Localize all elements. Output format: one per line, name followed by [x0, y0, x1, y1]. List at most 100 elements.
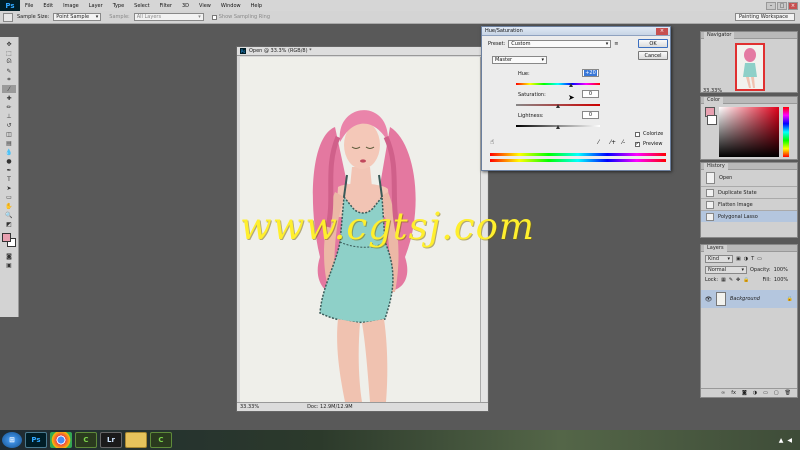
path-select-tool-icon[interactable]: ➤	[2, 184, 16, 192]
colorize-checkbox[interactable]	[635, 131, 640, 137]
clone-stamp-tool-icon[interactable]: ⊥	[2, 112, 16, 120]
move-tool-icon[interactable]: ✥	[2, 40, 16, 48]
filter-adjustment-icon[interactable]: ◑	[744, 256, 748, 262]
menu-edit[interactable]: Edit	[38, 3, 58, 9]
blend-mode-select[interactable]: Normal ▾	[705, 266, 747, 274]
camtasia-recorder-icon[interactable]: C	[150, 432, 172, 448]
layer-row-background[interactable]: 👁 Background 🔒	[701, 290, 797, 308]
menu-type[interactable]: Type	[108, 3, 129, 9]
photoshop-icon[interactable]: Ps	[25, 432, 47, 448]
hue-input[interactable]: +20	[582, 69, 599, 77]
lightroom-icon[interactable]: Lr	[100, 432, 122, 448]
lightness-input[interactable]: 0	[582, 111, 599, 119]
color-swatches[interactable]	[2, 233, 16, 247]
color-hue-strip[interactable]	[783, 107, 789, 157]
menu-3d[interactable]: 3D	[177, 3, 194, 9]
quick-select-tool-icon[interactable]: ✎	[2, 67, 16, 75]
type-tool-icon[interactable]: T	[2, 175, 16, 183]
layer-style-icon[interactable]: fx	[731, 390, 736, 396]
menu-image[interactable]: Image	[58, 3, 84, 9]
show-ring-checkbox[interactable]	[211, 14, 217, 20]
color-picker-field[interactable]	[719, 107, 779, 157]
explorer-icon[interactable]	[125, 432, 147, 448]
saturation-input[interactable]: 0	[582, 90, 599, 98]
preview-checkbox[interactable]: ✓	[635, 141, 640, 147]
marquee-tool-icon[interactable]: ⬚	[2, 49, 16, 57]
navigator-zoom[interactable]: 33.33%	[703, 88, 722, 94]
camtasia-icon[interactable]: C	[75, 432, 97, 448]
fill-value[interactable]: 100%	[774, 277, 788, 283]
volume-icon[interactable]: ◀	[787, 437, 792, 444]
show-sampling-ring-option[interactable]: Show Sampling Ring	[211, 14, 270, 20]
dialog-titlebar[interactable]: Hue/Saturation ×	[482, 27, 670, 36]
blur-tool-icon[interactable]: 💧	[2, 148, 16, 156]
zoom-readout[interactable]: 33.33%	[240, 404, 259, 410]
zoom-tool-icon[interactable]: 🔍	[2, 211, 16, 219]
menu-window[interactable]: Window	[216, 3, 246, 9]
lightness-slider-thumb[interactable]	[556, 125, 560, 129]
shape-tool-icon[interactable]: ▭	[2, 193, 16, 201]
history-snapshot[interactable]: Open	[701, 170, 797, 186]
filter-pixel-icon[interactable]: ▣	[736, 256, 741, 262]
saturation-slider-thumb[interactable]	[556, 104, 560, 108]
opacity-value[interactable]: 100%	[774, 267, 788, 273]
lock-position-icon[interactable]: ✥	[736, 277, 740, 283]
menu-view[interactable]: View	[194, 3, 216, 9]
menu-file[interactable]: File	[20, 3, 38, 9]
new-adjustment-icon[interactable]: ◑	[753, 390, 757, 396]
history-item[interactable]: Flatten Image	[701, 198, 797, 210]
colorize-option[interactable]: Colorize	[635, 131, 663, 137]
history-item-selected[interactable]: Polygonal Lasso	[701, 210, 797, 222]
dodge-tool-icon[interactable]: ●	[2, 157, 16, 165]
layer-kind-select[interactable]: Kind ▾	[705, 255, 733, 263]
network-icon[interactable]: ▲	[779, 437, 784, 444]
workspace-switcher[interactable]: Painting Workspace	[735, 13, 795, 21]
color-panel-background-swatch[interactable]	[707, 115, 717, 125]
ok-button[interactable]: OK	[638, 39, 668, 48]
filter-type-icon[interactable]: T	[751, 256, 754, 262]
new-layer-icon[interactable]: ▢	[774, 390, 779, 396]
minimize-icon[interactable]: –	[766, 1, 776, 10]
tab-layers[interactable]: Layers	[704, 244, 727, 252]
menu-help[interactable]: Help	[246, 3, 267, 9]
hue-slider-track[interactable]	[516, 83, 600, 85]
eye-icon[interactable]: 👁	[705, 296, 713, 303]
preset-options-icon[interactable]: ≡	[614, 41, 618, 47]
eyedropper-plus-icon[interactable]: ⁄+	[610, 139, 616, 146]
eraser-tool-icon[interactable]: ◫	[2, 130, 16, 138]
screen-mode-icon[interactable]: ▣	[2, 261, 16, 269]
quick-mask-icon[interactable]: ◙	[2, 252, 16, 260]
link-layers-icon[interactable]: ∞	[721, 390, 725, 396]
tab-navigator[interactable]: Navigator	[704, 31, 735, 39]
tab-color[interactable]: Color	[704, 96, 724, 104]
lasso-tool-icon[interactable]: ᘏ	[2, 58, 16, 66]
close-icon[interactable]: ×	[788, 1, 798, 10]
history-brush-tool-icon[interactable]: ↺	[2, 121, 16, 129]
menu-layer[interactable]: Layer	[84, 3, 108, 9]
dialog-close-icon[interactable]: ×	[656, 27, 668, 35]
hand-tool-icon[interactable]: ✋	[2, 202, 16, 210]
history-item[interactable]: Duplicate State	[701, 186, 797, 198]
preview-option[interactable]: ✓ Preview	[635, 141, 662, 147]
lock-transparency-icon[interactable]: ▦	[721, 277, 726, 283]
targeted-adjustment-hand-icon[interactable]: ☝	[490, 138, 494, 146]
eyedropper-tool-icon[interactable]: ⁄	[2, 85, 16, 93]
menu-select[interactable]: Select	[129, 3, 154, 9]
start-icon[interactable]: ⊞	[2, 432, 22, 448]
preset-select[interactable]: Custom ▾	[508, 40, 612, 48]
default-colors-icon[interactable]: ◩	[2, 220, 16, 228]
sample-select[interactable]: All Layers ▾	[133, 13, 204, 21]
crop-tool-icon[interactable]: ⌗	[2, 76, 16, 84]
filter-shape-icon[interactable]: ▭	[757, 256, 762, 262]
doc-size-readout[interactable]: Doc: 12.9M/12.9M	[307, 404, 353, 410]
add-mask-icon[interactable]: ◙	[742, 390, 747, 396]
hue-slider-thumb[interactable]	[569, 83, 573, 87]
eyedropper-minus-icon[interactable]: ⁄-	[622, 139, 625, 146]
gradient-tool-icon[interactable]: ▤	[2, 139, 16, 147]
eyedropper-tool-preset-icon[interactable]	[3, 12, 13, 22]
eyedropper-icon[interactable]: ⁄	[598, 139, 599, 146]
foreground-color-swatch[interactable]	[2, 233, 11, 242]
navigator-thumbnail[interactable]	[735, 43, 765, 91]
menu-filter[interactable]: Filter	[155, 3, 177, 9]
channel-select[interactable]: Master ▾	[492, 56, 547, 64]
